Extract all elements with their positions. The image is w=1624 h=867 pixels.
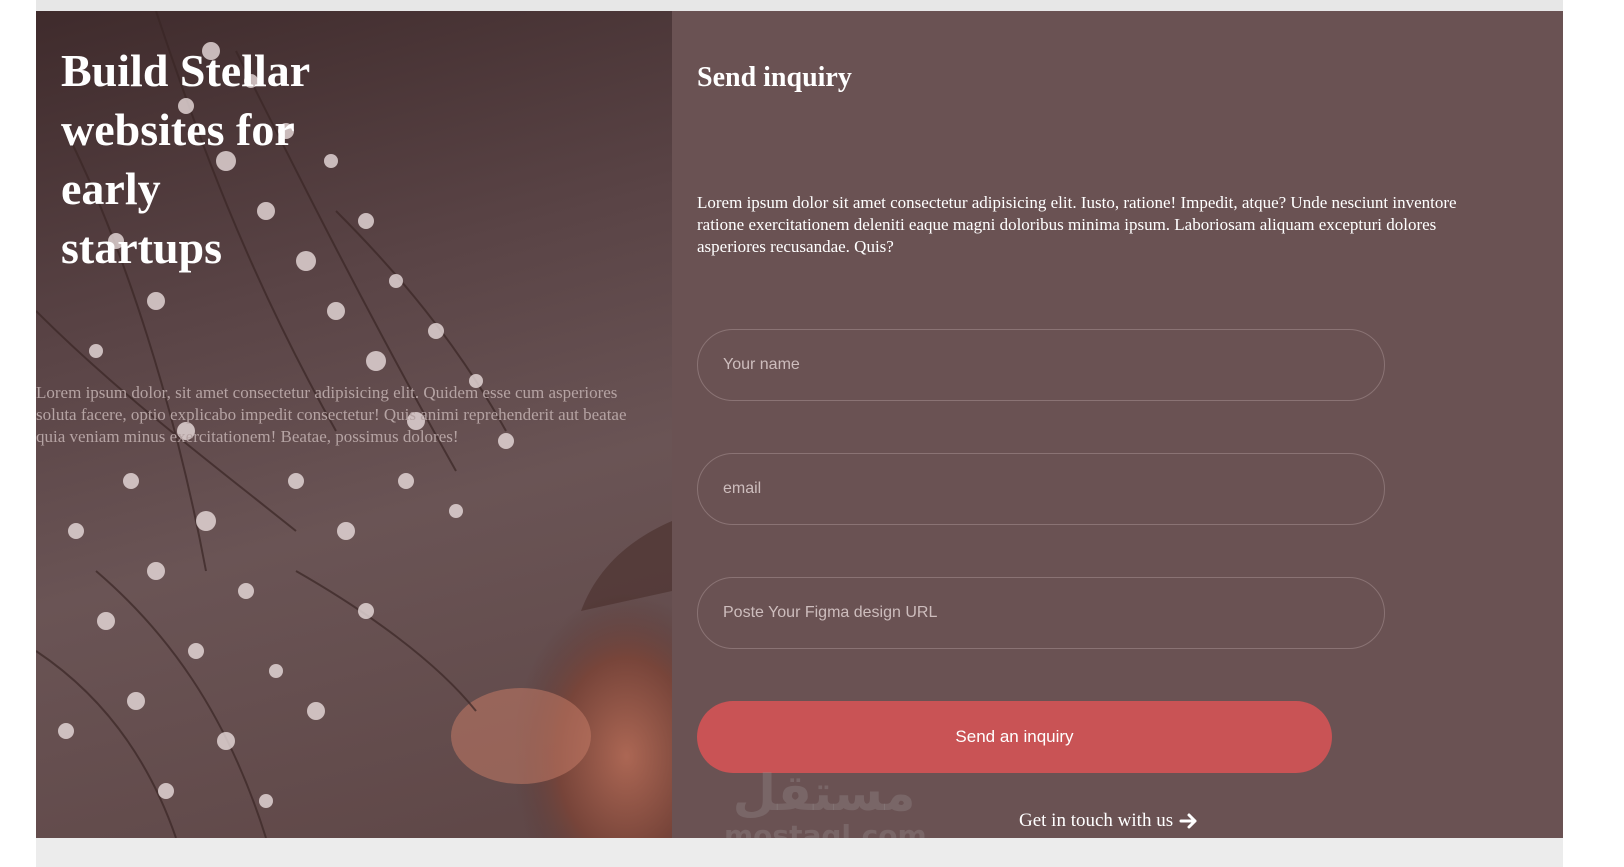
figma-url-input[interactable] [697, 577, 1385, 649]
inquiry-panel: Send inquiry Lorem ipsum dolor sit amet … [672, 11, 1563, 838]
get-in-touch-label: Get in touch with us [1019, 810, 1174, 831]
get-in-touch-link[interactable]: Get in touch with us [1019, 809, 1199, 833]
name-input[interactable] [697, 329, 1385, 401]
page-top-strip [36, 0, 1563, 11]
hero-section: Build Stellar websites for early startup… [36, 11, 672, 838]
email-input[interactable] [697, 453, 1385, 525]
inquiry-title: Send inquiry [697, 62, 852, 93]
arrow-right-icon [1179, 813, 1197, 829]
hero-title: Build Stellar websites for early startup… [61, 45, 310, 273]
hero-description: Lorem ipsum dolor, sit amet consectetur … [36, 383, 627, 446]
inquiry-description: Lorem ipsum dolor sit amet consectetur a… [697, 193, 1457, 256]
page-bottom-strip [36, 838, 1563, 867]
send-inquiry-button[interactable]: Send an inquiry [697, 701, 1332, 773]
